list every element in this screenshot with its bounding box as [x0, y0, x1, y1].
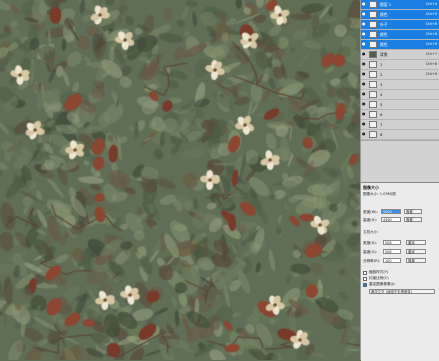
- doc-width-label: 宽度(D):: [363, 241, 377, 245]
- resample-label: 重定图像像素(I):: [369, 282, 396, 286]
- layer-name: 7: [380, 122, 383, 127]
- doc-width-input[interactable]: 508: [383, 240, 401, 245]
- resolution-input[interactable]: 100: [383, 258, 401, 263]
- dialog-title: 图像大小: [363, 185, 379, 190]
- layer-thumbnail: [369, 101, 377, 108]
- layer-shortcut: Ctrl+7: [425, 52, 437, 56]
- layer-thumbnail: [369, 131, 377, 138]
- resolution-unit-select[interactable]: 像素: [406, 258, 426, 263]
- eye-icon[interactable]: ●: [362, 2, 367, 6]
- eye-icon[interactable]: ●: [362, 132, 367, 136]
- doc-size-section: 文档大小:: [363, 230, 379, 234]
- layer-name: 叶子: [380, 22, 388, 27]
- layer-name: 1: [380, 62, 383, 67]
- layer-thumbnail: [369, 41, 377, 48]
- layer-row[interactable]: ● 颜色 Ctrl+6: [361, 30, 439, 40]
- height-unit-select[interactable]: 像素: [404, 217, 422, 222]
- layer-row[interactable]: ● 7: [361, 120, 439, 130]
- doc-height-input[interactable]: 508: [383, 249, 401, 254]
- layer-thumbnail: [369, 81, 377, 88]
- layer-row[interactable]: ● 5: [361, 100, 439, 110]
- eye-icon[interactable]: ●: [362, 32, 367, 36]
- layer-row[interactable]: ● 2 Ctrl+9: [361, 70, 439, 80]
- layer-row[interactable]: ● 颜色 Ctrl+6: [361, 40, 439, 50]
- resample-method-select[interactable]: 两次立方 (适用于平滑渐变): [369, 289, 435, 294]
- layer-shortcut: Ctrl+4: [425, 2, 437, 6]
- layer-thumbnail: [369, 51, 377, 58]
- width-label: 宽度(W):: [363, 210, 378, 214]
- layer-shortcut: Ctrl+6: [425, 22, 437, 26]
- layer-row[interactable]: ● 3: [361, 80, 439, 90]
- layer-row[interactable]: ● 4: [361, 90, 439, 100]
- width-input[interactable]: 5000: [381, 209, 401, 214]
- eye-icon[interactable]: ●: [362, 22, 367, 26]
- layer-row[interactable]: ● 颜色 Ctrl+5: [361, 10, 439, 20]
- width-unit-select[interactable]: 像素: [404, 209, 422, 214]
- layer-name: 颜色: [380, 12, 388, 17]
- eye-icon[interactable]: ●: [362, 122, 367, 126]
- layer-name: 8: [380, 132, 383, 137]
- layer-shortcut: Ctrl+8: [425, 62, 437, 66]
- layer-name: 背景: [380, 52, 388, 57]
- layer-shortcut: Ctrl+6: [425, 42, 437, 46]
- layer-thumbnail: [369, 11, 377, 18]
- doc-height-unit-select[interactable]: 厘米: [406, 249, 426, 254]
- layer-row[interactable]: ● 1 Ctrl+8: [361, 60, 439, 70]
- layer-thumbnail: [369, 111, 377, 118]
- layer-name: 4: [380, 92, 383, 97]
- doc-width-unit-select[interactable]: 厘米: [406, 240, 426, 245]
- layer-name: 2: [380, 72, 383, 77]
- layer-row[interactable]: ● 图层 1 Ctrl+4: [361, 0, 439, 10]
- scale-styles-label: 缩放样式(Y): [369, 270, 389, 274]
- layer-thumbnail: [369, 91, 377, 98]
- eye-icon[interactable]: ●: [362, 42, 367, 46]
- eye-icon[interactable]: ●: [362, 72, 367, 76]
- layer-thumbnail: [369, 121, 377, 128]
- constrain-checkbox[interactable]: [363, 277, 367, 281]
- pattern-canvas[interactable]: [0, 0, 360, 360]
- constrain-label: 约束比例(C): [369, 276, 389, 280]
- layer-name: 图层 1: [380, 2, 392, 7]
- layer-thumbnail: [369, 1, 377, 8]
- eye-icon[interactable]: ●: [362, 62, 367, 66]
- layer-name: 5: [380, 102, 383, 107]
- image-size-readout: 图像大小: 1.03M(原: [363, 192, 396, 196]
- layer-name: 颜色: [380, 32, 388, 37]
- right-panel: ● 图层 1 Ctrl+4 ● 颜色 Ctrl+5 ● 叶子 Ctrl+6 ● 颜色 Ctrl+6 ● 颜…: [360, 0, 439, 361]
- resolution-label: 分辨率(R):: [363, 259, 381, 263]
- eye-icon[interactable]: ●: [362, 92, 367, 96]
- layer-row[interactable]: ● 背景 Ctrl+7: [361, 50, 439, 60]
- layer-name: 3: [380, 82, 383, 87]
- eye-icon[interactable]: ●: [362, 112, 367, 116]
- layer-thumbnail: [369, 61, 377, 68]
- layers-panel: ● 图层 1 Ctrl+4 ● 颜色 Ctrl+5 ● 叶子 Ctrl+6 ● 颜色 Ctrl+6 ● 颜…: [361, 0, 439, 140]
- layers-panel-empty-area: [361, 140, 439, 183]
- layer-thumbnail: [369, 21, 377, 28]
- eye-icon[interactable]: ●: [362, 52, 367, 56]
- eye-icon[interactable]: ●: [362, 12, 367, 16]
- layer-name: 6: [380, 112, 383, 117]
- resample-checkbox[interactable]: [363, 283, 367, 287]
- scale-styles-checkbox[interactable]: [363, 271, 367, 275]
- layer-row[interactable]: ● 8: [361, 130, 439, 140]
- eye-icon[interactable]: ●: [362, 102, 367, 106]
- height-input[interactable]: 4360: [381, 217, 401, 222]
- layer-thumbnail: [369, 31, 377, 38]
- eye-icon[interactable]: ●: [362, 82, 367, 86]
- height-label: 高度(H):: [363, 218, 377, 222]
- layer-row[interactable]: ● 6: [361, 110, 439, 120]
- layer-thumbnail: [369, 71, 377, 78]
- layer-row[interactable]: ● 叶子 Ctrl+6: [361, 20, 439, 30]
- image-size-dialog: 图像大小 图像大小: 1.03M(原 宽度(W): 5000 像素 高度(H):…: [361, 182, 439, 361]
- layer-shortcut: Ctrl+5: [425, 12, 437, 16]
- layer-shortcut: Ctrl+9: [425, 72, 437, 76]
- layer-name: 颜色: [380, 42, 388, 47]
- layer-shortcut: Ctrl+6: [425, 32, 437, 36]
- doc-height-label: 高度(G):: [363, 250, 377, 254]
